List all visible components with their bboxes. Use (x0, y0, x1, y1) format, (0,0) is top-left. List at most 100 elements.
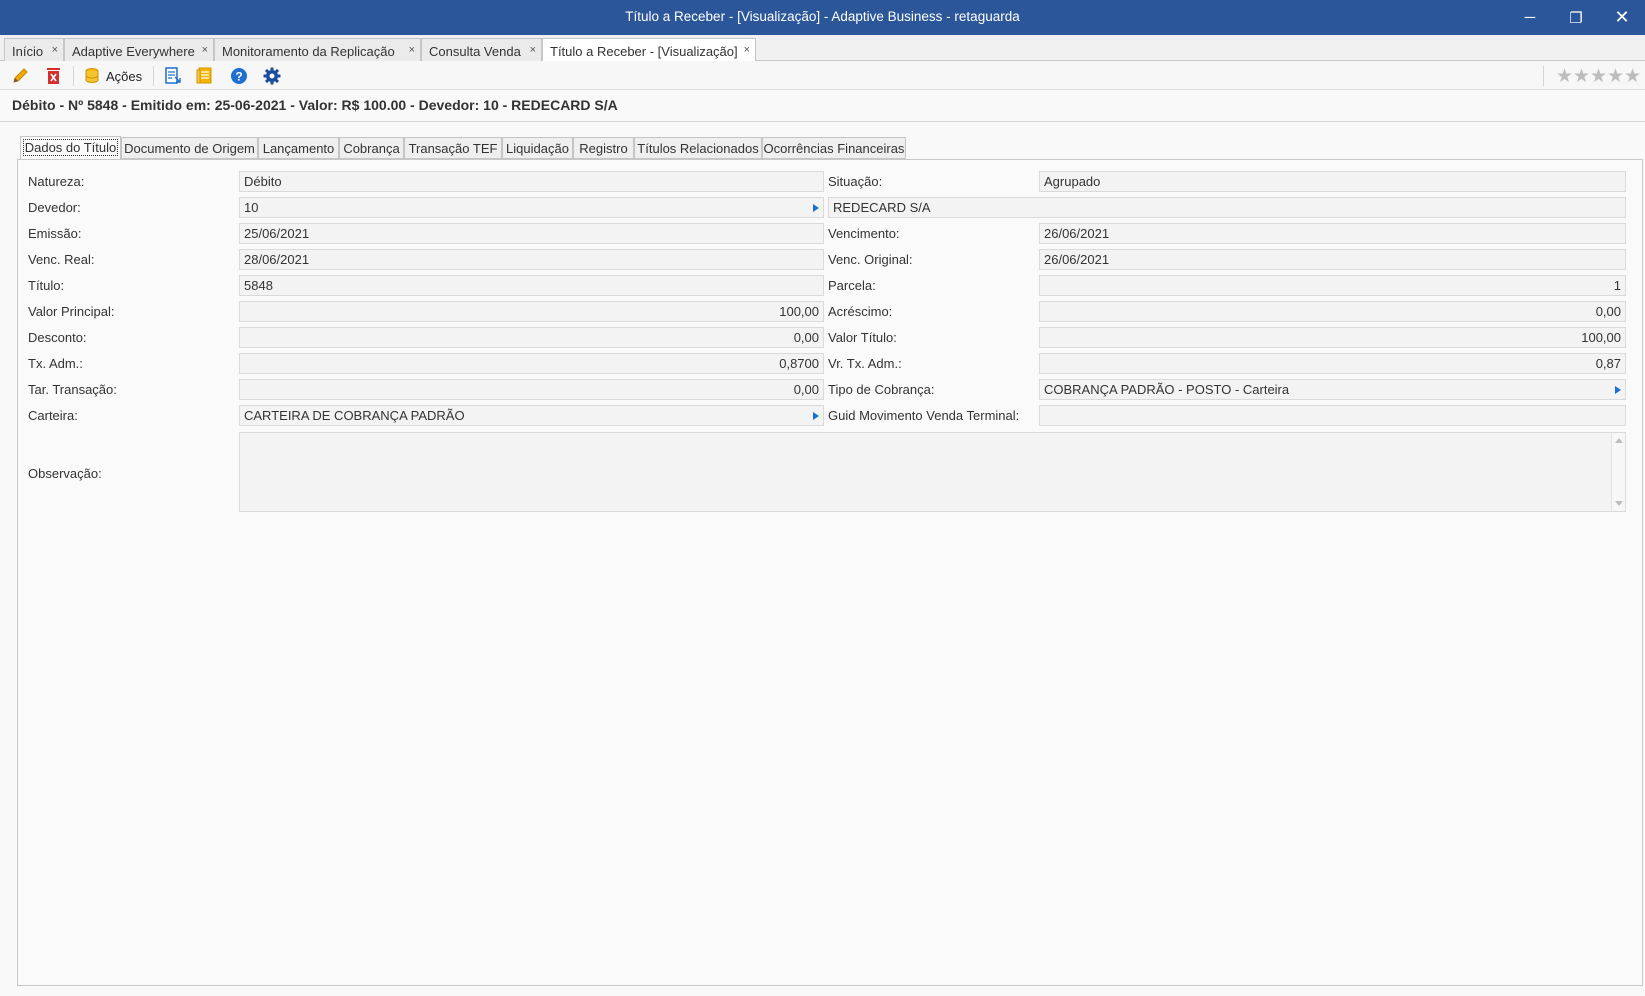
parcela-field[interactable]: 1 (1039, 275, 1626, 296)
star-icon[interactable]: ★ (1556, 65, 1573, 88)
carteira-field[interactable]: CARTEIRA DE COBRANÇA PADRÃO (239, 405, 824, 426)
header-divider (0, 121, 1645, 122)
tab-registro[interactable]: Registro (573, 137, 634, 159)
devedor-name-field[interactable]: REDECARD S/A (828, 197, 1626, 218)
doc-tab-inicio[interactable]: Início × (4, 38, 64, 61)
carteira-label: Carteira: (28, 408, 78, 423)
scroll-up-icon[interactable] (1615, 438, 1623, 443)
emissao-label: Emissão: (28, 226, 82, 241)
actions-button[interactable]: Ações (84, 66, 142, 86)
vencimento-field[interactable]: 26/06/2021 (1039, 223, 1626, 244)
tab-label: Dados do Título (22, 139, 119, 156)
title-bar: Título a Receber - [Visualização] - Adap… (0, 0, 1645, 35)
tab-label: Documento de Origem (124, 141, 255, 156)
vr-tx-adm-field[interactable]: 0,87 (1039, 353, 1626, 374)
acrescimo-label: Acréscimo: (828, 304, 893, 319)
venc-real-label: Venc. Real: (28, 252, 95, 267)
rating-stars[interactable]: ★★★★★ (1556, 65, 1641, 88)
lookup-arrow-icon[interactable] (813, 204, 819, 212)
database-icon (85, 68, 99, 83)
scroll-down-icon[interactable] (1615, 501, 1623, 506)
settings-button[interactable] (263, 66, 281, 86)
valor-titulo-label: Valor Título: (828, 330, 897, 345)
titulo-field[interactable]: 5848 (239, 275, 824, 296)
toolbar-separator (73, 66, 74, 86)
window-title: Título a Receber - [Visualização] - Adap… (625, 9, 1020, 24)
star-icon[interactable]: ★ (1607, 65, 1624, 88)
tab-label: Transação TEF (408, 141, 498, 156)
devedor-code-field[interactable]: 10 (239, 197, 824, 218)
guid-field[interactable] (1039, 405, 1626, 426)
toolbar: Ações ? ★★★★★ (0, 61, 1645, 90)
acrescimo-field[interactable]: 0,00 (1039, 301, 1626, 322)
toolbar-separator (153, 66, 154, 86)
natureza-field[interactable]: Débito (239, 171, 824, 192)
tab-label: Títulos Relacionados (637, 141, 759, 156)
minimize-button[interactable]: ─ (1507, 0, 1553, 35)
emissao-field[interactable]: 25/06/2021 (239, 223, 824, 244)
tab-cobranca[interactable]: Cobrança (339, 137, 404, 159)
doc-tab-consulta-venda[interactable]: Consulta Venda × (421, 38, 542, 61)
situacao-field[interactable]: Agrupado (1039, 171, 1626, 192)
svg-text:?: ? (235, 70, 242, 84)
restore-button[interactable]: ❐ (1553, 0, 1599, 35)
close-tab-icon[interactable]: × (409, 44, 415, 56)
help-button[interactable]: ? (230, 66, 248, 86)
document-tab-bar: Início × Adaptive Everywhere × Monitoram… (0, 35, 1645, 62)
venc-original-label: Venc. Original: (828, 252, 913, 267)
tab-label: Ocorrências Financeiras (763, 141, 905, 156)
record-header-title: Débito - Nº 5848 - Emitido em: 25-06-202… (12, 97, 618, 113)
close-tab-icon[interactable]: × (52, 44, 58, 56)
natureza-label: Natureza: (28, 174, 85, 189)
valor-principal-label: Valor Principal: (28, 304, 115, 319)
tx-adm-field[interactable]: 0,8700 (239, 353, 824, 374)
valor-titulo-field[interactable]: 100,00 (1039, 327, 1626, 348)
close-tab-icon[interactable]: × (530, 44, 536, 56)
doc-tab-adaptive-everywhere[interactable]: Adaptive Everywhere × (64, 38, 214, 61)
venc-real-field[interactable]: 28/06/2021 (239, 249, 824, 270)
report-icon (165, 67, 181, 84)
tab-titulos-relacionados[interactable]: Títulos Relacionados (634, 137, 762, 159)
doc-tab-monitoramento[interactable]: Monitoramento da Replicação × (214, 38, 421, 61)
desconto-field[interactable]: 0,00 (239, 327, 824, 348)
tipo-cobranca-value: COBRANÇA PADRÃO - POSTO - Carteira (1044, 382, 1290, 397)
tipo-cobranca-field[interactable]: COBRANÇA PADRÃO - POSTO - Carteira (1039, 379, 1626, 400)
tab-dados-do-titulo[interactable]: Dados do Título (20, 136, 121, 160)
tab-liquidacao[interactable]: Liquidação (502, 137, 573, 159)
tar-transacao-field[interactable]: 0,00 (239, 379, 824, 400)
close-tab-icon[interactable]: × (744, 44, 750, 56)
venc-original-field[interactable]: 26/06/2021 (1039, 249, 1626, 270)
delete-icon (47, 68, 60, 84)
star-icon[interactable]: ★ (1573, 65, 1590, 88)
doc-tab-titulo-receber[interactable]: Título a Receber - [Visualização] × (542, 38, 756, 62)
observacao-textarea[interactable] (239, 432, 1626, 512)
edit-button[interactable] (11, 66, 31, 86)
delete-button[interactable] (45, 66, 63, 86)
observacao-scrollbar[interactable] (1611, 433, 1625, 511)
star-icon[interactable]: ★ (1624, 65, 1641, 88)
tab-documento-de-origem[interactable]: Documento de Origem (121, 137, 258, 159)
tx-adm-label: Tx. Adm.: (28, 356, 83, 371)
valor-principal-field[interactable]: 100,00 (239, 301, 824, 322)
lookup-arrow-icon[interactable] (813, 412, 819, 420)
devedor-code-value: 10 (244, 200, 259, 215)
lookup-arrow-icon[interactable] (1615, 386, 1621, 394)
tab-ocorrencias-financeiras[interactable]: Ocorrências Financeiras (762, 137, 906, 159)
titulo-label: Título: (28, 278, 65, 293)
pencil-icon (13, 68, 28, 83)
doc-tab-label: Adaptive Everywhere (72, 44, 195, 59)
doc-tab-label: Monitoramento da Replicação (222, 44, 395, 59)
close-tab-icon[interactable]: × (202, 44, 208, 56)
tab-transacao-tef[interactable]: Transação TEF (404, 137, 502, 159)
toolbar-separator (1543, 66, 1544, 86)
close-window-button[interactable]: ✕ (1599, 0, 1645, 35)
notes-button[interactable] (196, 66, 214, 86)
actions-label: Ações (106, 68, 143, 84)
star-icon[interactable]: ★ (1590, 65, 1607, 88)
devedor-label: Devedor: (28, 200, 81, 215)
doc-tab-label: Início (12, 44, 44, 59)
vencimento-label: Vencimento: (828, 226, 900, 241)
tab-label: Cobrança (343, 141, 400, 156)
tab-lancamento[interactable]: Lançamento (258, 137, 339, 159)
report-button[interactable] (164, 66, 182, 86)
